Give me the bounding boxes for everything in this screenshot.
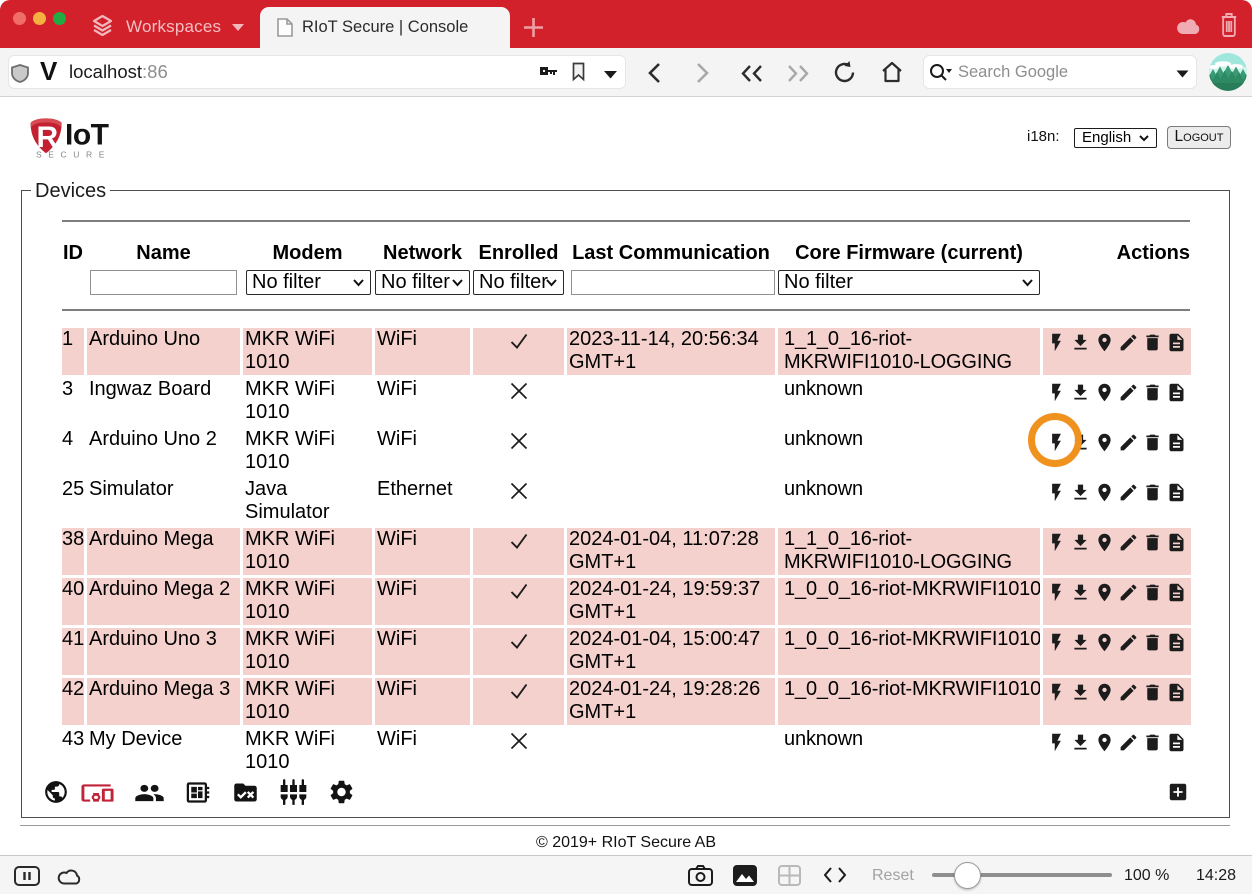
svg-text:IoT: IoT — [65, 119, 109, 152]
svg-text:SECURE: SECURE — [36, 150, 111, 160]
